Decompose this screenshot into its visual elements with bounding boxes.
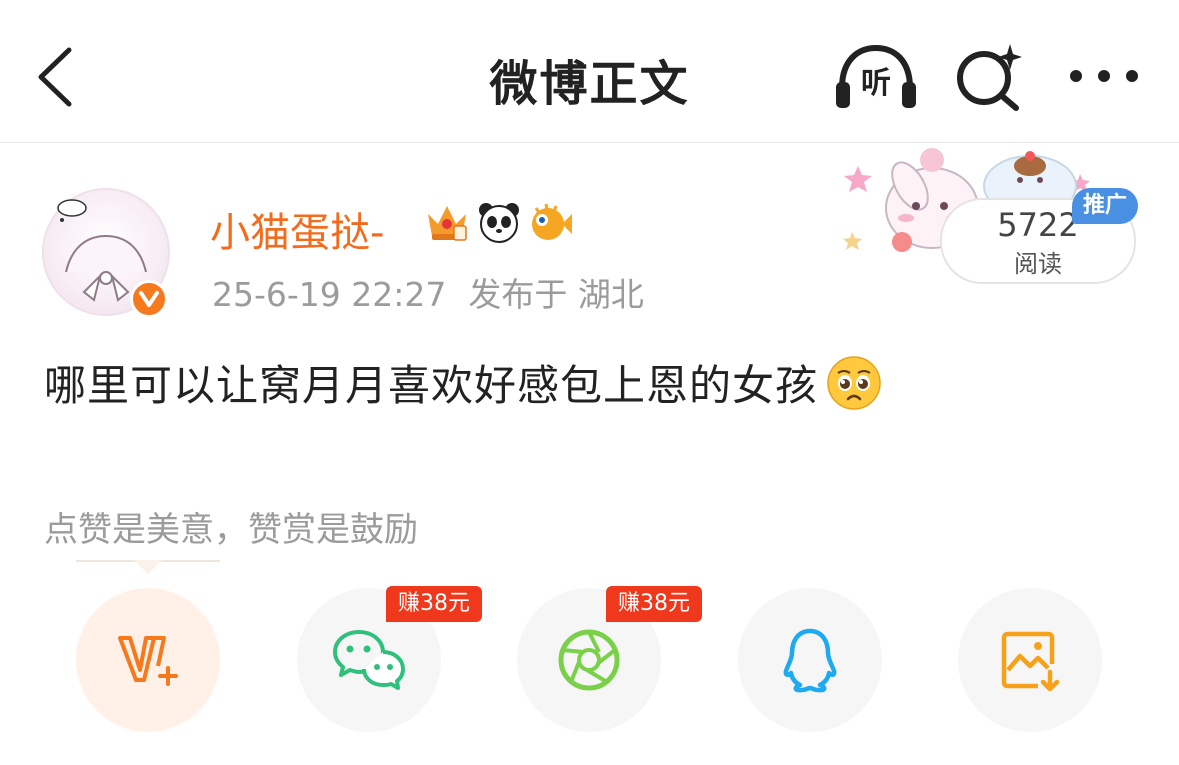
earn-reward-tag: 赚38元 bbox=[606, 586, 702, 622]
post-text: 哪里可以让窝月月喜欢好感包上恩的女孩 bbox=[44, 361, 819, 410]
listen-button[interactable]: 听 bbox=[832, 42, 920, 112]
v-badge-icon bbox=[139, 291, 159, 307]
post-location: 发布于 湖北 bbox=[468, 275, 644, 314]
tip-pointer bbox=[134, 560, 162, 574]
post-meta: 25-6-19 22:27 发布于 湖北 bbox=[212, 268, 644, 316]
crown-badge-icon[interactable] bbox=[424, 200, 470, 244]
verified-badge bbox=[130, 280, 168, 318]
more-dot-icon bbox=[1098, 70, 1110, 82]
more-dot-icon bbox=[1070, 70, 1082, 82]
promote-badge[interactable]: 推广 bbox=[1072, 188, 1138, 224]
top-bar: 微博正文 听 bbox=[0, 0, 1179, 143]
reward-note: 点赞是美意，赞赏是鼓励 bbox=[44, 510, 418, 550]
share-qq-button[interactable] bbox=[738, 588, 882, 732]
earn-reward-tag: 赚38元 bbox=[386, 586, 482, 622]
username[interactable]: 小猫蛋挞- bbox=[210, 200, 384, 258]
more-button[interactable] bbox=[1066, 48, 1142, 104]
pleading-face-icon bbox=[827, 355, 881, 410]
save-image-button[interactable] bbox=[958, 588, 1102, 732]
camera-aperture-icon bbox=[558, 629, 620, 691]
search-button[interactable] bbox=[952, 42, 1026, 112]
post-content: 哪里可以让窝月月喜欢好感包上恩的女孩 bbox=[44, 352, 882, 413]
v-plus-icon bbox=[118, 636, 178, 686]
search-sparkle-icon bbox=[957, 44, 1022, 111]
vip-reward-button[interactable] bbox=[76, 588, 220, 732]
panda-badge-icon[interactable] bbox=[476, 200, 522, 244]
read-count-label: 阅读 bbox=[1014, 250, 1062, 278]
post-timestamp: 25-6-19 22:27 bbox=[212, 275, 447, 314]
pufferfish-badge-icon[interactable] bbox=[528, 200, 574, 244]
more-dot-icon bbox=[1126, 70, 1138, 82]
wechat-icon bbox=[333, 630, 405, 690]
save-image-icon bbox=[1001, 631, 1060, 692]
qq-penguin-icon bbox=[783, 628, 837, 693]
listen-label: 听 bbox=[861, 66, 891, 101]
user-badges bbox=[424, 200, 574, 244]
